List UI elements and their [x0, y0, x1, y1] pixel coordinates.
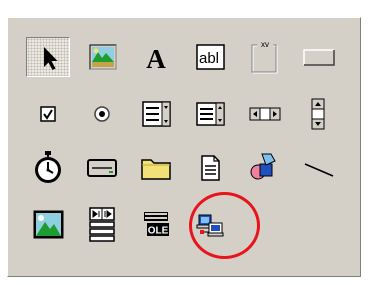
label-glyph: A	[146, 44, 166, 74]
timer-tool[interactable]: Timer	[26, 148, 70, 188]
diagonal-line-icon	[304, 163, 334, 177]
picture-landscape-icon	[89, 44, 117, 70]
optionbutton-tool[interactable]: Option Button	[80, 94, 124, 134]
data-tool[interactable]: Data	[80, 204, 124, 244]
ole-tool[interactable]: OLE Container OLE	[134, 204, 178, 244]
vscrollbar-tool[interactable]: Vertical Scroll Bar	[296, 94, 340, 134]
shape-tool[interactable]: Shape	[242, 148, 286, 188]
textbox-tool[interactable]: Text Box abl	[188, 37, 232, 77]
image-tool[interactable]: Image	[26, 204, 70, 244]
dirlistbox-tool[interactable]: Directory List Box	[134, 148, 178, 188]
shapes-icon	[250, 153, 276, 180]
pointer-tool[interactable]: Pointer	[26, 37, 70, 77]
line-tool[interactable]: Line	[296, 148, 340, 188]
document-icon	[201, 155, 220, 181]
frame-tool[interactable]: Frame xv	[242, 37, 286, 77]
checkbox-tool[interactable]: Check Box	[26, 94, 70, 134]
hscrollbar-tool[interactable]: Horizontal Scroll Bar	[242, 94, 286, 134]
combo-box-icon	[142, 101, 171, 127]
list-box-icon	[196, 102, 225, 126]
letter-a-icon: A	[146, 44, 166, 74]
listbox-tool[interactable]: List Box	[188, 94, 232, 134]
stopwatch-icon	[35, 151, 61, 183]
label-tool[interactable]: Label A	[134, 37, 178, 77]
textbox-glyph: abl	[199, 50, 219, 67]
radio-button-icon	[94, 106, 110, 122]
command-button-icon	[303, 49, 335, 66]
toolbox: Pointer Picture Label A Text Box abl Fra…	[7, 17, 361, 277]
horizontal-scrollbar-icon	[249, 107, 281, 121]
highlight-circle-annotation	[189, 192, 260, 259]
filelistbox-tool[interactable]: File List Box	[188, 148, 232, 188]
folder-icon	[141, 159, 171, 180]
checkbox-icon	[40, 106, 56, 122]
ole-glyph: OLE	[148, 226, 169, 237]
textbox-icon: abl	[196, 44, 225, 70]
picturebox-tool[interactable]: Picture	[80, 37, 124, 77]
vertical-scrollbar-icon	[311, 98, 325, 130]
ole-container-icon: OLE	[144, 212, 169, 237]
disk-drive-icon	[87, 159, 117, 177]
drivelistbox-tool[interactable]: Drive List Box	[80, 148, 124, 188]
frame-icon: xv	[251, 40, 278, 74]
frame-caption-glyph: xv	[261, 40, 269, 49]
commandbutton-tool[interactable]: Command Button	[296, 37, 340, 77]
data-control-icon	[89, 207, 115, 242]
image-landscape-icon	[33, 210, 64, 239]
combobox-tool[interactable]: Combo Box	[134, 94, 178, 134]
arrow-pointer-icon	[44, 47, 58, 70]
